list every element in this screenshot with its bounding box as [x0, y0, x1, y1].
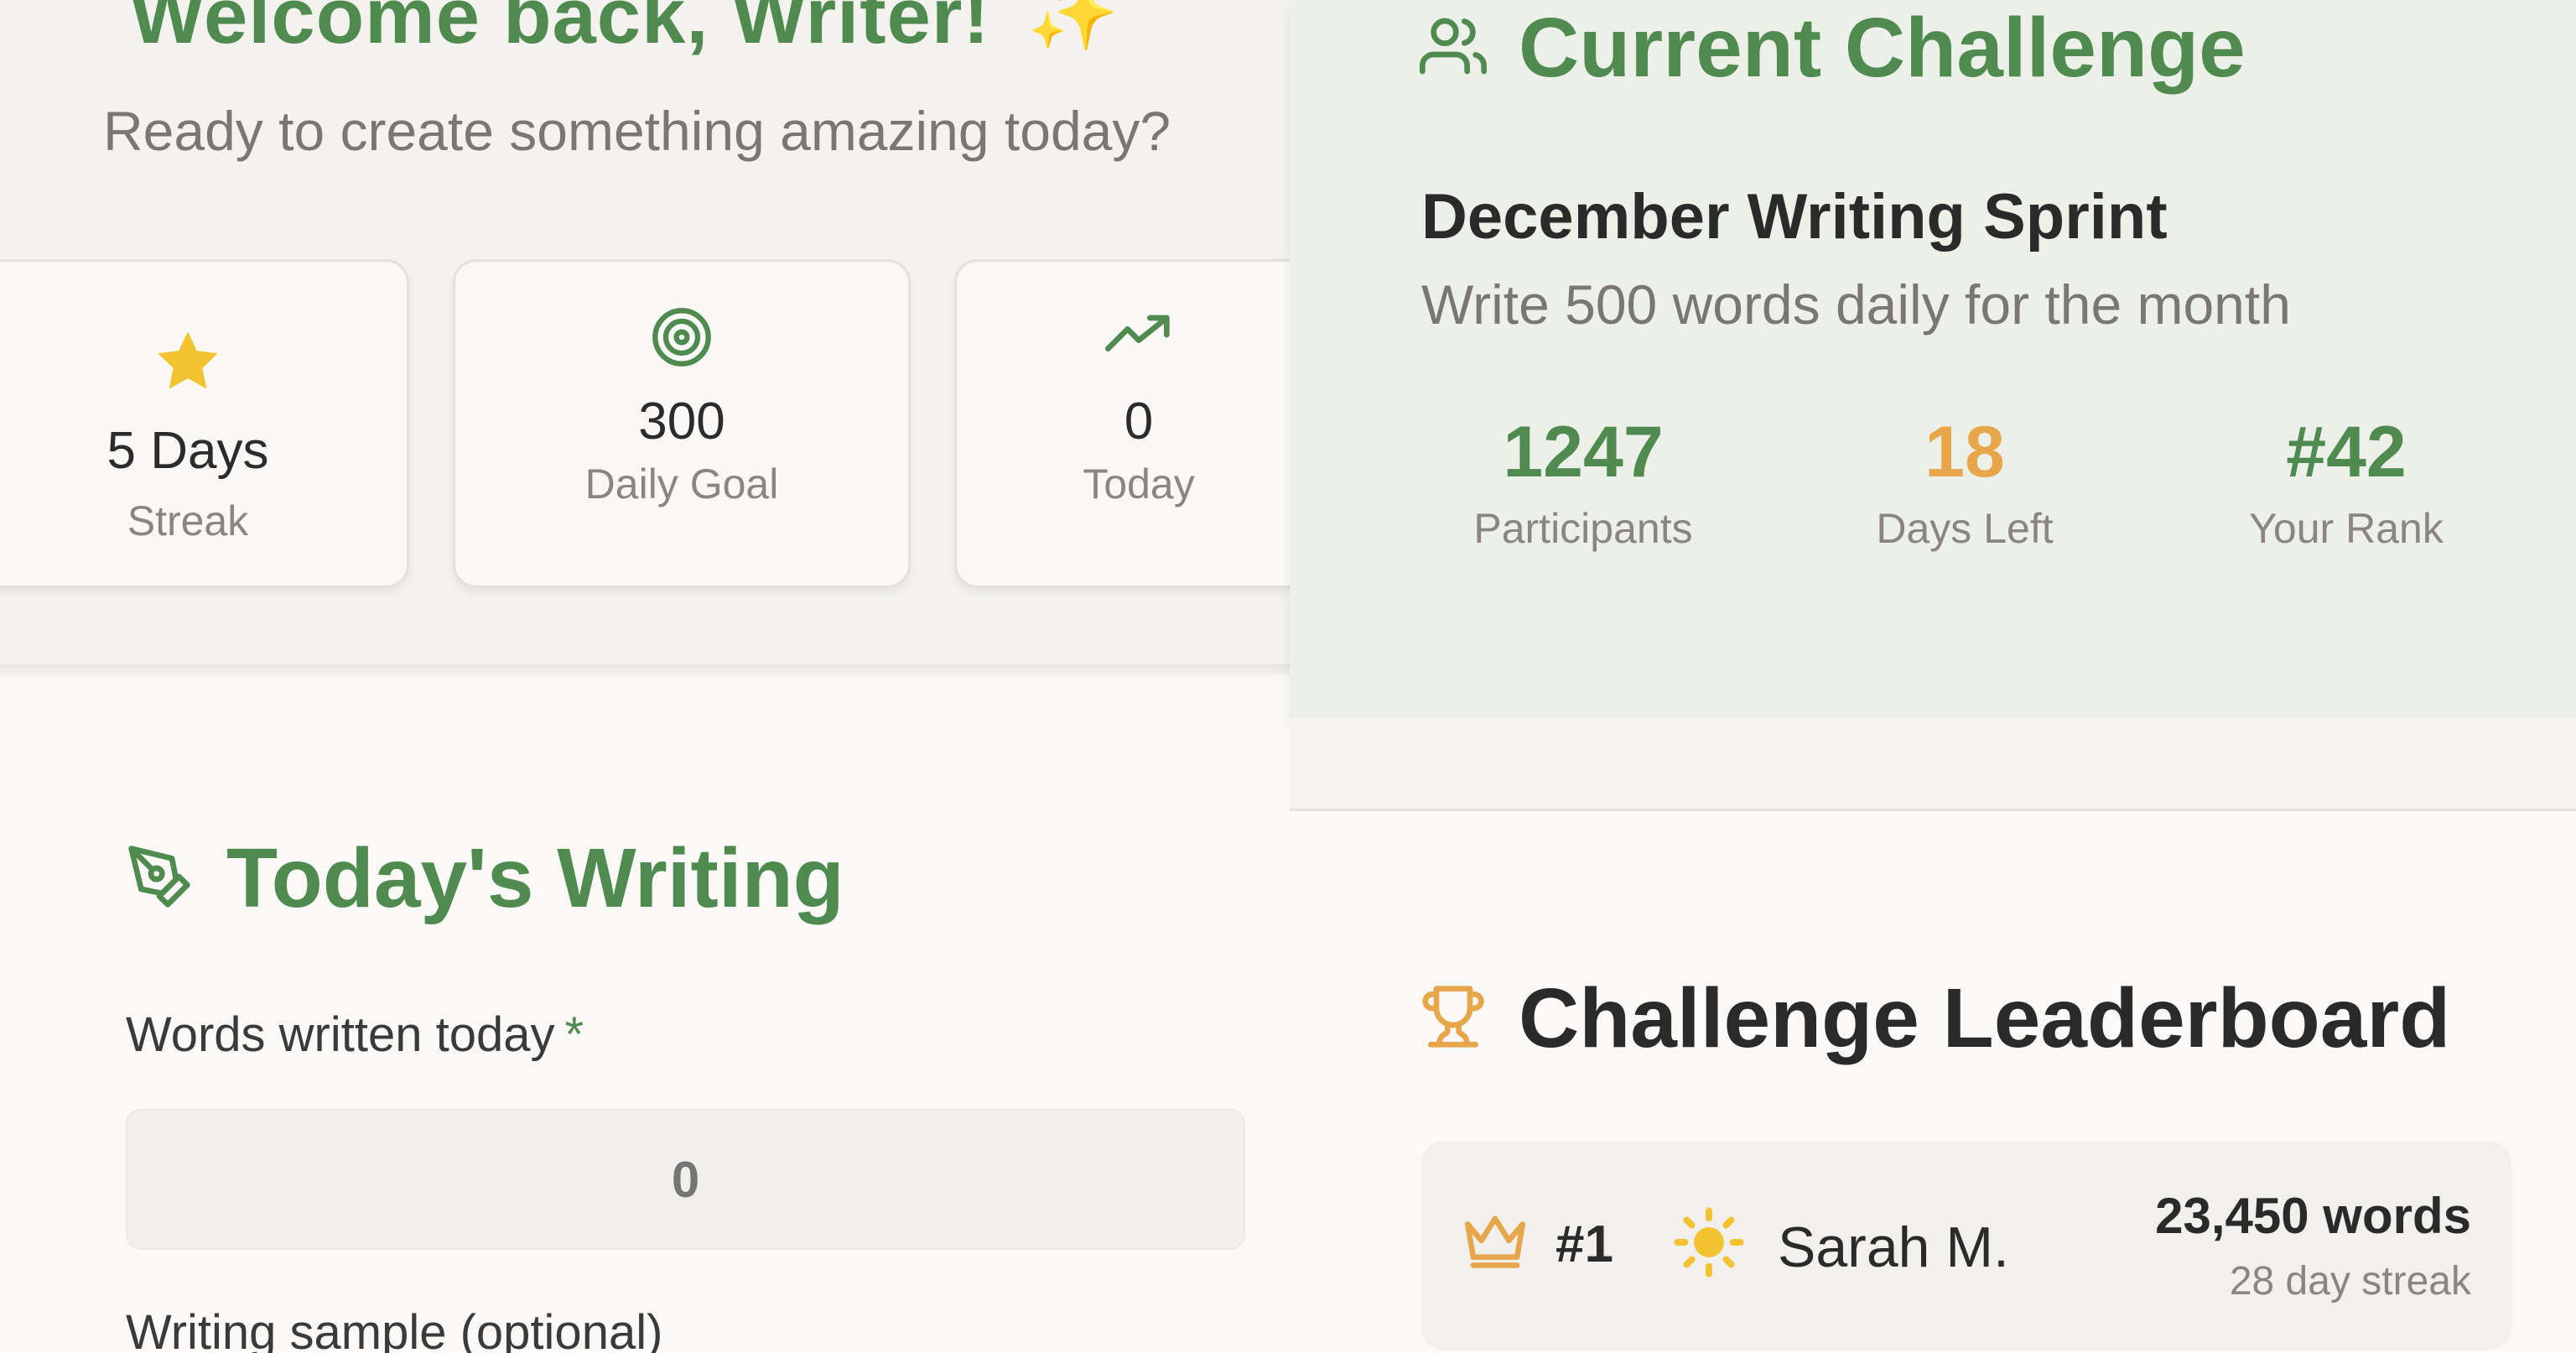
crown-icon	[1462, 1210, 1529, 1275]
challenge-name: December Writing Sprint	[1421, 181, 2168, 252]
current-challenge-section: Current Challenge December Writing Sprin…	[1290, 0, 2576, 718]
current-challenge-title: Current Challenge	[1519, 1, 2246, 95]
days-left-stat: 18 Days Left	[1797, 411, 2132, 553]
leaderboard-name: Sarah M.	[1778, 1215, 2009, 1279]
today-card: 0 Today	[954, 259, 1290, 588]
streak-card: 5 Days Streak	[0, 259, 409, 588]
trophy-icon	[1420, 981, 1487, 1056]
section-gap	[1290, 718, 2576, 809]
required-marker: *	[564, 1007, 584, 1062]
todays-writing-title: Today's Writing	[226, 831, 844, 925]
your-rank-label: Your Rank	[2249, 505, 2444, 552]
leaderboard-row[interactable]: #1 Sarah M. 23,450 words 28 day streak	[1421, 1141, 2511, 1350]
today-label: Today	[1083, 461, 1195, 507]
welcome-title: Welcome back, Writer! ✨	[130, 0, 1119, 61]
participants-stat: 1247 Participants	[1415, 411, 1751, 553]
participants-label: Participants	[1473, 505, 1693, 552]
todays-writing-heading: Today's Writing	[126, 830, 844, 927]
leaderboard-title: Challenge Leaderboard	[1519, 971, 2451, 1065]
leaderboard-heading: Challenge Leaderboard	[1420, 971, 2450, 1067]
days-left-value: 18	[1924, 412, 2005, 492]
your-rank-value: #42	[2286, 412, 2407, 492]
streak-value: 5 Days	[106, 422, 269, 480]
words-written-input[interactable]	[126, 1109, 1245, 1250]
participants-value: 1247	[1503, 412, 1664, 492]
your-rank-stat: #42 Your Rank	[2179, 411, 2514, 553]
leaderboard-section: Challenge Leaderboard #1 Sarah M. 23,450…	[1290, 809, 2576, 1353]
leaderboard-streak: 28 day streak	[2229, 1259, 2471, 1304]
leaderboard-words: 23,450 words	[2155, 1188, 2471, 1244]
days-left-label: Days Left	[1876, 505, 2054, 552]
target-icon	[650, 305, 714, 373]
section-divider	[0, 664, 1290, 676]
trending-up-icon	[1105, 314, 1172, 360]
sparkles-icon: ✨	[1026, 0, 1120, 54]
users-icon	[1420, 13, 1487, 84]
leaderboard-rank: #1	[1555, 1215, 1613, 1273]
streak-label: Streak	[127, 497, 249, 544]
words-written-label: Words written today *	[126, 1007, 584, 1062]
sun-icon	[1673, 1206, 1745, 1283]
welcome-subtitle: Ready to create something amazing today?	[103, 100, 1171, 162]
daily-goal-label: Daily Goal	[584, 461, 779, 507]
welcome-section: Welcome back, Writer! ✨ Ready to create s…	[0, 0, 1290, 671]
today-value: 0	[1124, 393, 1154, 450]
todays-writing-section: Today's Writing Words written today* Wri…	[0, 675, 1290, 1353]
writing-sample-label: Writing sample (optional)	[126, 1305, 663, 1353]
star-icon	[153, 327, 223, 398]
daily-goal-value: 300	[638, 393, 725, 450]
challenge-description: Write 500 words daily for the month	[1421, 273, 2291, 336]
pen-tool-icon	[126, 843, 193, 914]
current-challenge-heading: Current Challenge	[1420, 0, 2246, 96]
daily-goal-card: 300 Daily Goal	[453, 259, 911, 588]
